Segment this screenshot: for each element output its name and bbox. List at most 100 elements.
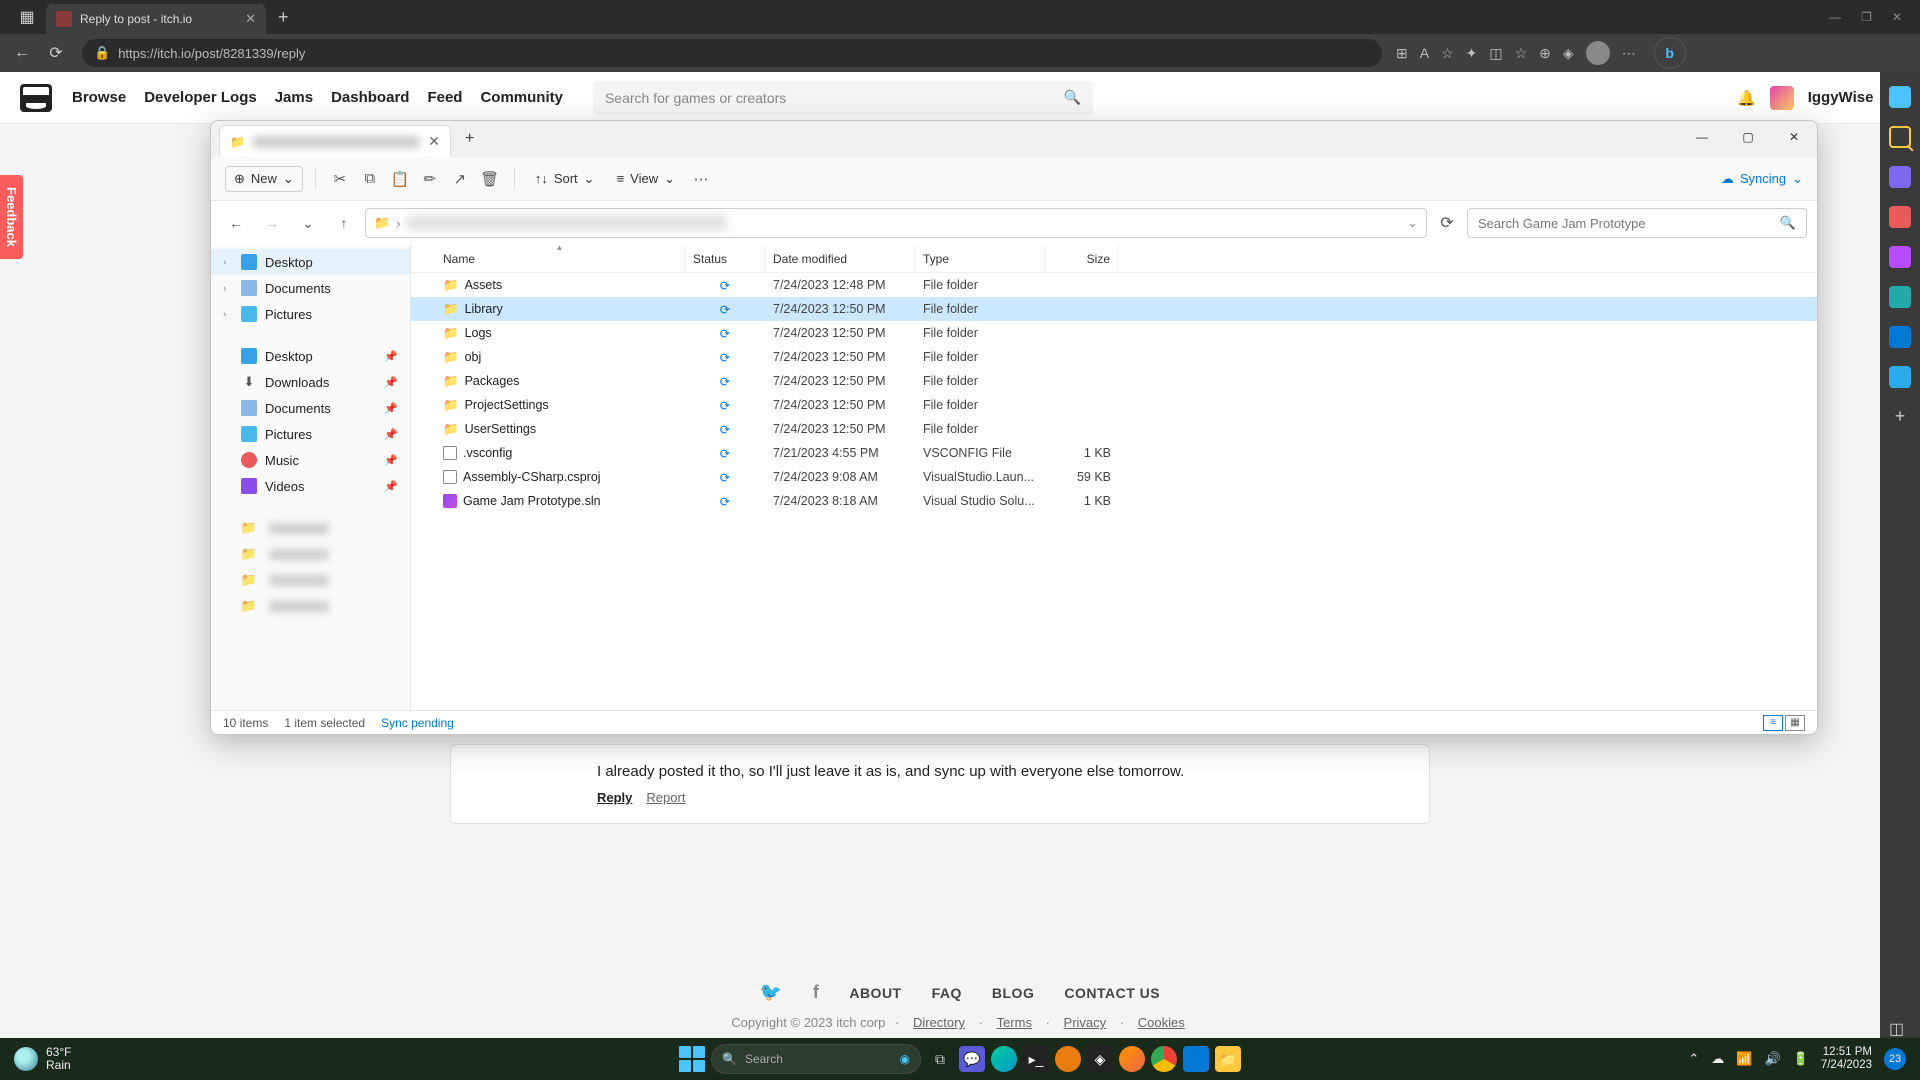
sidebar-drop-icon[interactable] <box>1889 366 1911 388</box>
column-size[interactable]: Size <box>1045 245 1119 272</box>
sidebar-item-pictures[interactable]: ›Pictures <box>211 301 410 327</box>
report-link[interactable]: Report <box>646 790 685 805</box>
file-row[interactable]: .vsconfig⟳7/21/2023 4:55 PMVSCONFIG File… <box>411 441 1817 465</box>
sidebar-games-icon[interactable] <box>1889 246 1911 268</box>
nav-devlogs[interactable]: Developer Logs <box>144 89 257 106</box>
column-type[interactable]: Type <box>915 245 1045 272</box>
nav-jams[interactable]: Jams <box>275 89 313 106</box>
sidebar-item-videos[interactable]: Videos📌 <box>211 473 410 499</box>
username[interactable]: IggyWise <box>1808 89 1874 106</box>
collections-icon[interactable]: ⊕ <box>1539 45 1551 62</box>
sidebar-shopping-icon[interactable] <box>1889 206 1911 228</box>
notifications-icon[interactable]: 🔔 <box>1737 89 1756 107</box>
column-name[interactable]: ▴Name <box>435 245 685 272</box>
sidebar-office-icon[interactable] <box>1889 286 1911 308</box>
taskbar-app-chrome[interactable] <box>1151 1046 1177 1072</box>
footer-privacy[interactable]: Privacy <box>1064 1015 1107 1030</box>
volume-icon[interactable]: 🔊 <box>1764 1051 1780 1067</box>
forward-button[interactable]: → <box>257 215 287 231</box>
taskbar-search[interactable]: 🔍Search ◉ <box>711 1044 921 1074</box>
taskbar-app-terminal[interactable]: ▸_ <box>1023 1046 1049 1072</box>
up-button[interactable]: ↑ <box>329 215 359 231</box>
sidebar-item-music[interactable]: Music📌 <box>211 447 410 473</box>
file-row[interactable]: 📁UserSettings⟳7/24/2023 12:50 PMFile fol… <box>411 417 1817 441</box>
close-tab-icon[interactable]: ✕ <box>428 133 440 150</box>
file-row[interactable]: Game Jam Prototype.sln⟳7/24/2023 8:18 AM… <box>411 489 1817 513</box>
file-row[interactable]: 📁obj⟳7/24/2023 12:50 PMFile folder <box>411 345 1817 369</box>
footer-directory[interactable]: Directory <box>913 1015 965 1030</box>
tray-chevron-icon[interactable]: ⌃ <box>1688 1051 1699 1067</box>
file-row[interactable]: Assembly-CSharp.csproj⟳7/24/2023 9:08 AM… <box>411 465 1817 489</box>
sidebar-discover-icon[interactable] <box>1889 86 1911 108</box>
taskbar-app-blender[interactable] <box>1055 1046 1081 1072</box>
reply-link[interactable]: Reply <box>597 790 632 805</box>
split-icon[interactable]: ◫ <box>1489 45 1502 62</box>
back-button[interactable]: ← <box>221 215 251 231</box>
footer-contact[interactable]: CONTACT US <box>1064 985 1160 1001</box>
minimize-button[interactable]: — <box>1829 10 1841 24</box>
footer-blog[interactable]: BLOG <box>992 985 1034 1001</box>
explorer-search-input[interactable]: Search Game Jam Prototype 🔍 <box>1467 208 1807 238</box>
address-bar[interactable]: 🔒 https://itch.io/post/8281339/reply <box>82 39 1382 67</box>
text-size-icon[interactable]: A <box>1420 45 1429 61</box>
sidebar-search-icon[interactable] <box>1889 126 1911 148</box>
facebook-icon[interactable]: f <box>813 982 820 1003</box>
app-icon[interactable]: ⊞ <box>1396 45 1408 62</box>
taskbar-app-chat[interactable]: 💬 <box>959 1046 985 1072</box>
sidebar-item-blurred[interactable]: 📁 <box>211 593 410 619</box>
taskbar-app-unity[interactable]: ◈ <box>1087 1046 1113 1072</box>
new-button[interactable]: ⊕ New ⌄ <box>225 166 303 192</box>
file-row[interactable]: 📁Logs⟳7/24/2023 12:50 PMFile folder <box>411 321 1817 345</box>
delete-icon[interactable]: 🗑 <box>478 170 502 188</box>
itch-logo-icon[interactable] <box>20 84 52 112</box>
recent-button[interactable]: ⌄ <box>293 215 323 232</box>
footer-terms[interactable]: Terms <box>997 1015 1032 1030</box>
sidebar-item-blurred[interactable]: 📁 <box>211 567 410 593</box>
user-avatar[interactable] <box>1770 86 1794 110</box>
nav-dashboard[interactable]: Dashboard <box>331 89 409 106</box>
more-icon[interactable]: ⋯ <box>689 170 713 188</box>
favorites-bar-icon[interactable]: ☆ <box>1515 45 1528 62</box>
minimize-button[interactable]: — <box>1679 121 1725 153</box>
taskbar-app-edge[interactable] <box>991 1046 1017 1072</box>
refresh-button[interactable]: ⟳ <box>44 43 68 63</box>
itch-search-input[interactable]: Search for games or creators 🔍 <box>593 81 1093 115</box>
sidebar-item-desktop[interactable]: Desktop📌 <box>211 343 410 369</box>
feedback-tab[interactable]: Feedback <box>0 175 23 259</box>
twitter-icon[interactable]: 🐦 <box>760 982 783 1003</box>
sidebar-item-blurred[interactable]: 📁 <box>211 541 410 567</box>
taskbar-app-explorer[interactable]: 📁 <box>1215 1046 1241 1072</box>
tab-actions-icon[interactable]: ▦ <box>8 7 46 27</box>
nav-browse[interactable]: Browse <box>72 89 126 106</box>
favorite-icon[interactable]: ☆ <box>1441 45 1454 62</box>
close-tab-icon[interactable]: ✕ <box>245 11 256 27</box>
paste-icon[interactable]: 📋 <box>388 170 412 188</box>
wifi-icon[interactable]: 📶 <box>1736 1051 1752 1067</box>
browser-tab[interactable]: Reply to post - itch.io ✕ <box>46 4 266 34</box>
task-view-icon[interactable]: ⧉ <box>927 1046 953 1072</box>
bing-chat-icon[interactable]: b <box>1654 37 1686 69</box>
close-window-button[interactable]: ✕ <box>1892 10 1902 24</box>
sidebar-add-icon[interactable]: + <box>1889 406 1911 428</box>
notification-badge[interactable]: 23 <box>1884 1048 1906 1070</box>
sidebar-tools-icon[interactable] <box>1889 166 1911 188</box>
rename-icon[interactable]: ✏ <box>418 170 442 188</box>
column-status[interactable]: Status <box>685 245 765 272</box>
footer-faq[interactable]: FAQ <box>932 985 962 1001</box>
sidebar-item-pictures[interactable]: Pictures📌 <box>211 421 410 447</box>
sidebar-item-blurred[interactable]: 📁 <box>211 515 410 541</box>
syncing-status[interactable]: ☁ Syncing ⌄ <box>1721 171 1803 187</box>
copy-icon[interactable]: ⧉ <box>358 170 382 187</box>
address-bar[interactable]: 📁 › ⌄ <box>365 208 1427 238</box>
share-icon[interactable]: ↗ <box>448 170 472 188</box>
onedrive-icon[interactable]: ☁ <box>1711 1051 1724 1067</box>
weather-widget[interactable]: 63°F Rain <box>14 1046 71 1072</box>
file-row[interactable]: 📁Assets⟳7/24/2023 12:48 PMFile folder <box>411 273 1817 297</box>
view-button[interactable]: ≡ View ⌄ <box>609 167 683 191</box>
start-button[interactable] <box>679 1046 705 1072</box>
file-row[interactable]: 📁Library⟳7/24/2023 12:50 PMFile folder <box>411 297 1817 321</box>
sidebar-outlook-icon[interactable] <box>1889 326 1911 348</box>
footer-about[interactable]: ABOUT <box>849 985 901 1001</box>
nav-community[interactable]: Community <box>480 89 563 106</box>
tiles-view-icon[interactable]: ▦ <box>1785 715 1805 731</box>
